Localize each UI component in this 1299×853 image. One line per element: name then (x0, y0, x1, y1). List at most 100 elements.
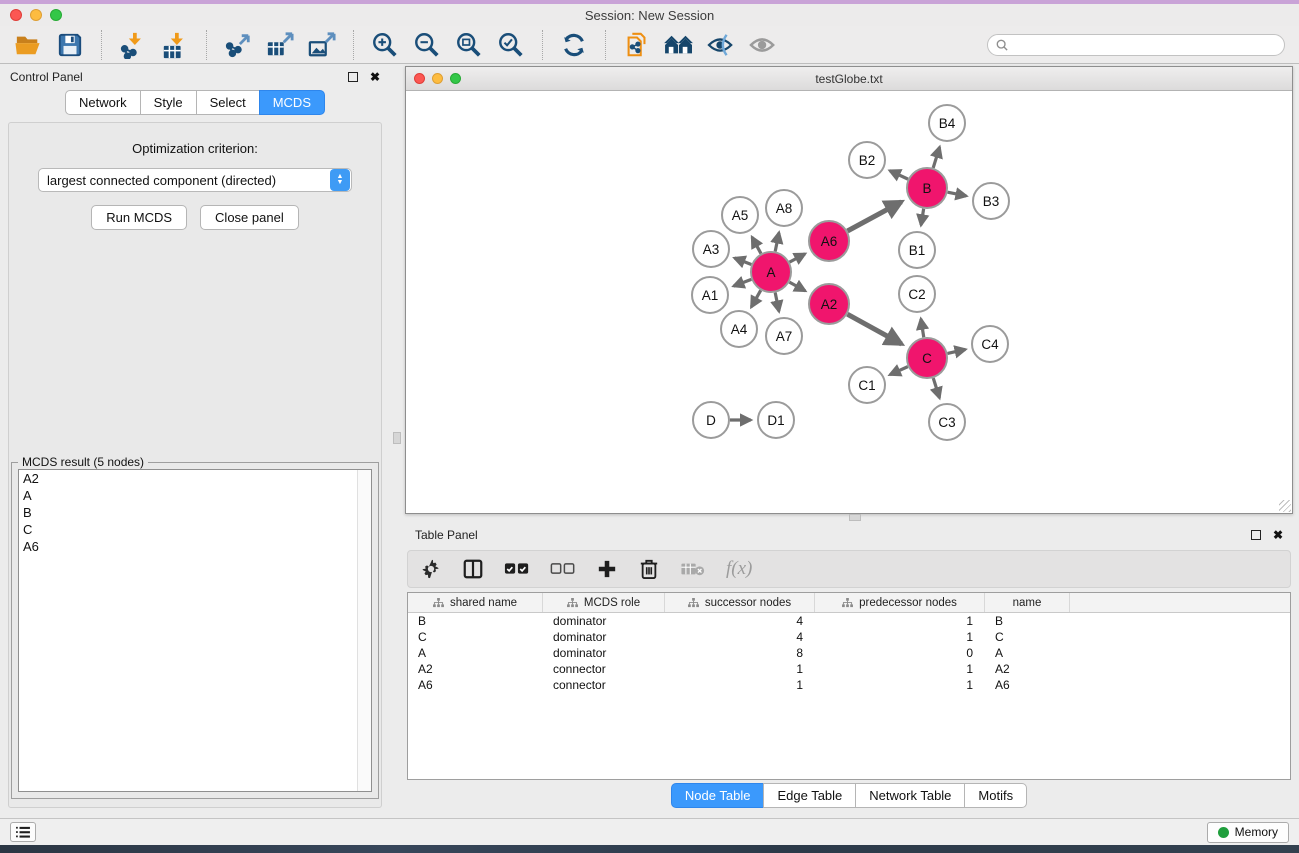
export-image-button[interactable] (304, 28, 340, 62)
table-cell[interactable]: 0 (815, 645, 985, 661)
table-row[interactable]: A6connector11A6 (408, 677, 1290, 693)
graph-node-D1[interactable]: D1 (758, 402, 794, 438)
graph-edge-B-B2[interactable] (890, 171, 908, 179)
graph-node-C2[interactable]: C2 (899, 276, 935, 312)
zoom-in-button[interactable] (367, 28, 403, 62)
graph-node-C1[interactable]: C1 (849, 367, 885, 403)
graph-edge-A-A6[interactable] (790, 254, 805, 262)
graph-edge-B-B3[interactable] (948, 192, 967, 196)
split-table-button[interactable] (462, 556, 484, 582)
search-box[interactable] (987, 34, 1285, 56)
table-cell[interactable]: A (408, 645, 543, 661)
column-header-name[interactable]: name (985, 593, 1070, 612)
graph-edge-A-A5[interactable] (752, 237, 761, 253)
table-cell[interactable]: 4 (665, 629, 815, 645)
graph-node-C3[interactable]: C3 (929, 404, 965, 440)
memory-button[interactable]: Memory (1207, 822, 1289, 843)
delete-column-button[interactable] (638, 556, 660, 582)
graph-node-D[interactable]: D (693, 402, 729, 438)
graph-node-B3[interactable]: B3 (973, 183, 1009, 219)
table-cell[interactable]: A2 (985, 661, 1070, 677)
result-list-item[interactable]: C (19, 521, 356, 538)
mcds-result-list[interactable]: A2ABCA6 (18, 469, 372, 792)
export-table-button[interactable] (262, 28, 298, 62)
graph-edge-A-A1[interactable] (734, 279, 752, 286)
show-all-button[interactable] (745, 28, 781, 62)
table-cell[interactable]: connector (543, 661, 665, 677)
table-cell[interactable]: C (408, 629, 543, 645)
float-panel-icon[interactable] (348, 72, 358, 82)
float-panel-icon[interactable] (1251, 530, 1261, 540)
graph-edge-A6-B[interactable] (847, 202, 901, 231)
graph-edge-C-C3[interactable] (933, 378, 939, 398)
function-builder-button[interactable]: f(x) (726, 556, 752, 582)
table-row[interactable]: A2connector11A2 (408, 661, 1290, 677)
horizontal-split-divider[interactable] (405, 514, 1293, 522)
hide-selected-button[interactable] (703, 28, 739, 62)
result-list-item[interactable]: A (19, 487, 356, 504)
graph-edge-C-C2[interactable] (921, 319, 924, 337)
graph-node-B1[interactable]: B1 (899, 232, 935, 268)
zoom-out-button[interactable] (409, 28, 445, 62)
vertical-split-divider[interactable] (390, 64, 405, 818)
result-list-item[interactable]: B (19, 504, 356, 521)
table-cell[interactable]: B (408, 613, 543, 629)
table-row[interactable]: Bdominator41B (408, 613, 1290, 629)
graph-node-A5[interactable]: A5 (722, 197, 758, 233)
import-table-button[interactable] (157, 28, 193, 62)
tab-node-table[interactable]: Node Table (671, 783, 765, 808)
create-column-button[interactable] (596, 556, 618, 582)
graph-edge-A-A2[interactable] (789, 282, 805, 291)
clone-network-button[interactable] (619, 28, 655, 62)
export-network-button[interactable] (220, 28, 256, 62)
table-cell[interactable]: A6 (985, 677, 1070, 693)
graph-node-A4[interactable]: A4 (721, 311, 757, 347)
column-header-predecessor-nodes[interactable]: predecessor nodes (815, 593, 985, 612)
zoom-fit-button[interactable] (451, 28, 487, 62)
graph-edge-A2-C[interactable] (847, 314, 901, 344)
tab-mcds[interactable]: MCDS (259, 90, 325, 115)
graph-edge-B-B1[interactable] (921, 209, 924, 225)
task-history-button[interactable] (10, 822, 36, 842)
zoom-selected-button[interactable] (493, 28, 529, 62)
graph-node-A8[interactable]: A8 (766, 190, 802, 226)
table-row[interactable]: Cdominator41C (408, 629, 1290, 645)
column-header-successor-nodes[interactable]: successor nodes (665, 593, 815, 612)
select-all-columns-button[interactable] (504, 556, 530, 582)
close-panel-icon[interactable]: ✖ (370, 72, 380, 82)
table-cell[interactable]: B (985, 613, 1070, 629)
tab-select[interactable]: Select (196, 90, 260, 115)
table-cell[interactable]: 1 (815, 677, 985, 693)
search-input[interactable] (1013, 38, 1276, 52)
table-cell[interactable]: A6 (408, 677, 543, 693)
network-window-titlebar[interactable]: testGlobe.txt (406, 67, 1292, 91)
table-cell[interactable]: 4 (665, 613, 815, 629)
tab-network-table[interactable]: Network Table (855, 783, 965, 808)
graph-node-B4[interactable]: B4 (929, 105, 965, 141)
graph-node-A2[interactable]: A2 (809, 284, 849, 324)
table-cell[interactable]: C (985, 629, 1070, 645)
graph-edge-A-A3[interactable] (735, 258, 752, 264)
network-canvas[interactable]: B4B2BB3A8A5A6A3B1AA1C2A2A4A7C4CC1C3DD1 (406, 91, 1292, 513)
table-cell[interactable]: 1 (815, 629, 985, 645)
tab-network[interactable]: Network (65, 90, 141, 115)
refresh-layout-button[interactable] (556, 28, 592, 62)
graph-edge-A-A4[interactable] (751, 290, 760, 307)
table-cell[interactable]: A2 (408, 661, 543, 677)
table-cell[interactable]: 1 (815, 613, 985, 629)
graph-edge-A-A8[interactable] (775, 233, 779, 252)
graph-edge-A-A7[interactable] (775, 293, 779, 312)
close-panel-button[interactable]: Close panel (200, 205, 299, 230)
graph-node-A3[interactable]: A3 (693, 231, 729, 267)
table-cell[interactable]: 8 (665, 645, 815, 661)
table-row[interactable]: Adominator80A (408, 645, 1290, 661)
table-cell[interactable]: 1 (665, 661, 815, 677)
table-cell[interactable]: dominator (543, 613, 665, 629)
table-cell[interactable]: 1 (665, 677, 815, 693)
divider-handle[interactable] (393, 432, 401, 444)
graph-node-B2[interactable]: B2 (849, 142, 885, 178)
table-cell[interactable]: connector (543, 677, 665, 693)
deselect-all-columns-button[interactable] (550, 556, 576, 582)
graph-node-A6[interactable]: A6 (809, 221, 849, 261)
tab-style[interactable]: Style (140, 90, 197, 115)
